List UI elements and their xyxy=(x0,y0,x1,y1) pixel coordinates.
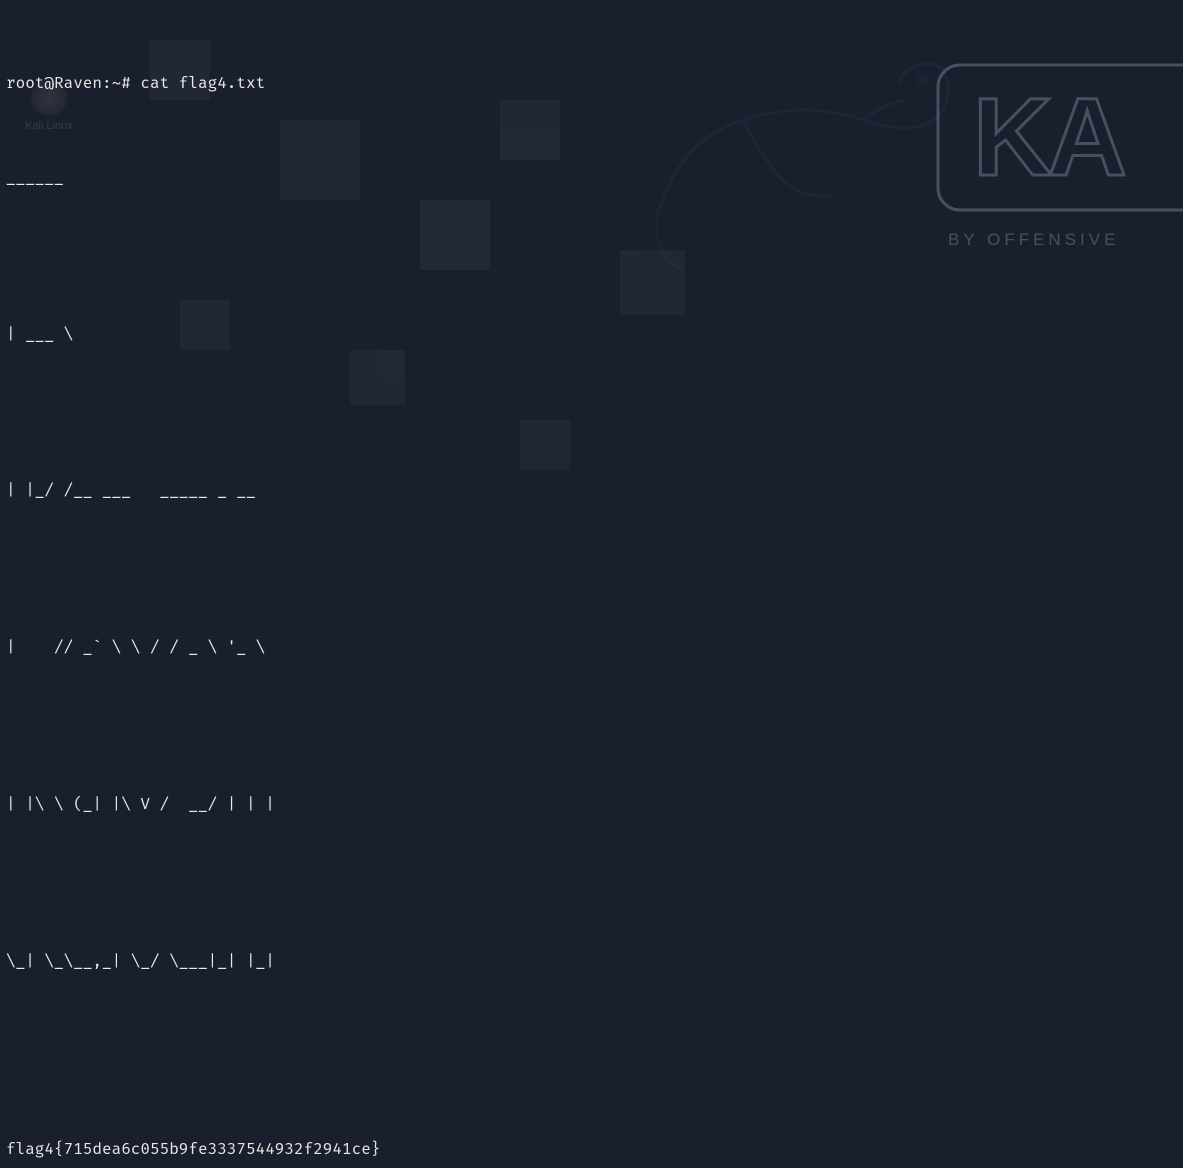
ascii-art-line-2: | ___ \ xyxy=(6,319,1177,351)
ascii-art-line-8: | |\ \ (_| |\ V / __/ | | | xyxy=(6,789,1177,821)
ascii-art-line-10: \_| \_\__,_| \_/ \___|_| |_| xyxy=(6,946,1177,978)
ascii-art-line-6: | // _` \ \ / / _ \ '_ \ xyxy=(6,632,1177,664)
command-text: cat flag4.txt xyxy=(140,74,265,93)
blank-line xyxy=(6,1040,1177,1071)
flag-line: flag4{715dea6c055b9fe3337544932f2941ce} xyxy=(6,1134,1177,1165)
ascii-art-line-4: | |_/ /__ ___ _____ _ __ xyxy=(6,475,1177,507)
terminal-window[interactable]: root@Raven:~# cat flag4.txt ______ | ___… xyxy=(0,0,1183,1168)
prompt-1: root@Raven:~# xyxy=(6,74,140,93)
ascii-art-line-0: ______ xyxy=(6,162,1177,194)
command-line: root@Raven:~# cat flag4.txt xyxy=(6,68,1177,99)
